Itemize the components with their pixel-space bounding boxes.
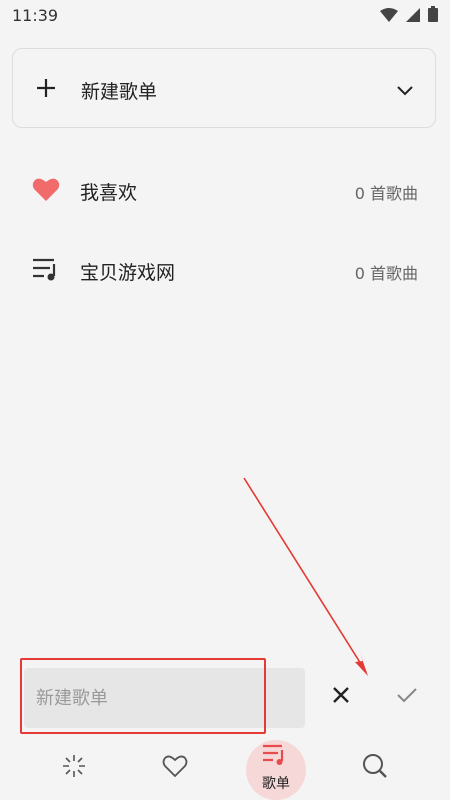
nav-item-favorites[interactable] xyxy=(145,736,205,800)
playlist-count: 0 首歌曲 xyxy=(354,184,418,203)
status-time: 11:39 xyxy=(12,6,59,25)
wifi-icon xyxy=(380,7,398,26)
new-playlist-card[interactable]: 新建歌单 xyxy=(12,48,436,128)
heart-outline-icon xyxy=(162,754,188,782)
cancel-button[interactable] xyxy=(326,682,356,712)
search-icon xyxy=(361,752,389,784)
close-icon xyxy=(331,685,351,709)
bottom-nav: 歌单 xyxy=(0,736,450,800)
playlist-title: 宝贝游戏网 xyxy=(80,262,176,284)
playlist-name-input[interactable] xyxy=(24,668,305,728)
nav-item-playlists[interactable]: 歌单 xyxy=(246,736,306,800)
nav-item-discover[interactable] xyxy=(44,736,104,800)
status-icons xyxy=(380,6,438,26)
check-icon xyxy=(396,686,418,708)
playlist-count: 0 首歌曲 xyxy=(354,264,418,283)
heart-icon xyxy=(32,176,60,206)
playlist-title: 我喜欢 xyxy=(80,182,138,204)
signal-icon xyxy=(406,7,420,26)
playlist-icon xyxy=(32,256,62,286)
playlist-row-favorites[interactable]: 我喜欢 0 首歌曲 xyxy=(0,160,450,220)
spark-icon xyxy=(61,753,87,783)
chevron-down-icon[interactable] xyxy=(397,81,413,100)
confirm-button[interactable] xyxy=(392,682,422,712)
status-bar: 11:39 xyxy=(0,0,450,32)
plus-icon xyxy=(35,77,57,103)
playlist-row-custom[interactable]: 宝贝游戏网 0 首歌曲 xyxy=(0,240,450,300)
battery-icon xyxy=(428,6,438,26)
nav-label-playlists: 歌单 xyxy=(262,776,290,792)
playlist-icon xyxy=(262,743,290,771)
nav-item-search[interactable] xyxy=(345,736,405,800)
new-playlist-label: 新建歌单 xyxy=(81,81,158,103)
